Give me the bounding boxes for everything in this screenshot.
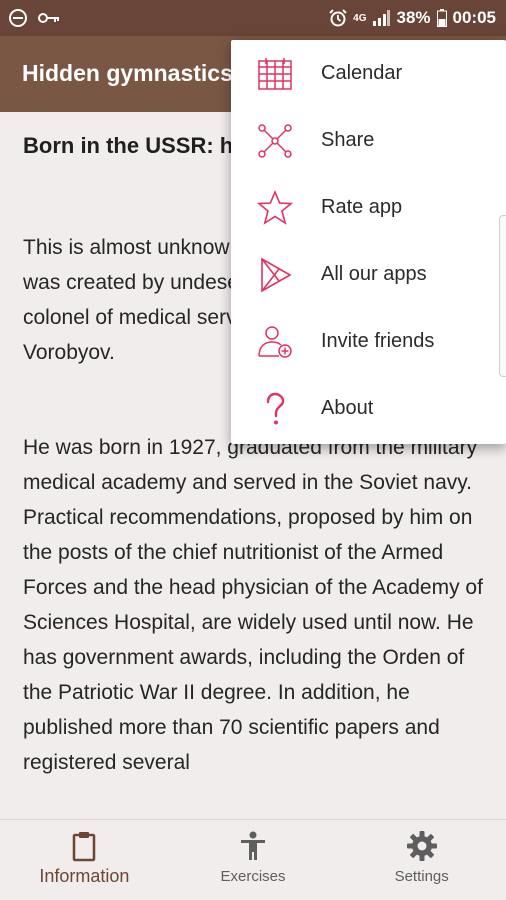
- do-not-disturb-icon: [9, 9, 27, 27]
- menu-item-label: Invite friends: [321, 330, 435, 352]
- key-icon: [38, 13, 59, 23]
- menu-item-label: All our apps: [321, 263, 427, 285]
- nav-exercises[interactable]: Exercises: [169, 820, 338, 900]
- play-store-icon: [261, 257, 292, 292]
- menu-item-label: About: [321, 397, 374, 419]
- alarm-icon: [329, 9, 347, 27]
- status-left-icons: [8, 8, 60, 28]
- nav-information-label: Information: [39, 866, 130, 886]
- share-icon: [258, 123, 292, 158]
- question-icon: [266, 392, 285, 424]
- app-title: Hidden gymnastics: [22, 60, 233, 86]
- menu-item-calendar[interactable]: Calendar: [231, 40, 506, 107]
- menu-item-about[interactable]: About: [231, 375, 506, 442]
- menu-item-label: Calendar: [321, 62, 403, 84]
- clock: 00:05: [452, 8, 496, 27]
- status-right-icons: 4G 38% 00:05: [329, 0, 496, 36]
- menu-item-all-apps[interactable]: All our apps: [231, 241, 506, 308]
- signal-icon: [373, 10, 391, 26]
- menu-item-share[interactable]: Share: [231, 107, 506, 174]
- nav-settings-label: Settings: [394, 868, 449, 885]
- battery-percent: 38%: [396, 8, 431, 27]
- article-paragraph: He was born in 1927, graduated from the …: [23, 436, 483, 774]
- calendar-icon: [258, 57, 292, 90]
- menu-item-invite-friends[interactable]: Invite friends: [231, 308, 506, 375]
- add-user-icon: [258, 325, 292, 358]
- menu-item-rate-app[interactable]: Rate app: [231, 174, 506, 241]
- clipboard-icon: [73, 832, 96, 862]
- status-bar: 4G 38% 00:05: [0, 0, 506, 36]
- nav-settings[interactable]: Settings: [337, 820, 506, 900]
- overflow-menu: Calendar Share Rate app All our apps Inv…: [231, 40, 506, 444]
- menu-item-label: Share: [321, 129, 375, 151]
- nav-information[interactable]: Information: [0, 820, 169, 900]
- bottom-navigation: Information Exercises Settings: [0, 819, 506, 900]
- battery-icon: [436, 9, 447, 27]
- gear-icon: [406, 831, 437, 861]
- nav-exercises-label: Exercises: [220, 868, 286, 885]
- menu-scroll-indicator: [499, 215, 506, 377]
- person-icon: [241, 831, 265, 860]
- network-type: 4G: [353, 12, 367, 24]
- star-icon: [257, 189, 293, 225]
- menu-item-label: Rate app: [321, 196, 403, 218]
